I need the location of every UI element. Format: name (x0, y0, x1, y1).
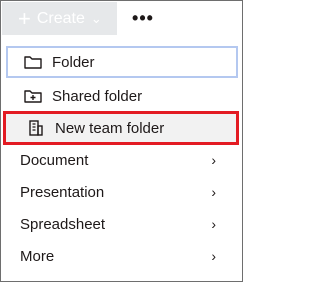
menu-item-folder[interactable]: Folder (6, 46, 238, 78)
create-button-label: Create (36, 9, 85, 27)
menu-item-label: Folder (52, 53, 95, 71)
menu-item-label: Presentation (20, 183, 105, 201)
shared-folder-icon (24, 87, 42, 105)
menu-item-document[interactable]: Document › (2, 144, 242, 176)
plus-icon: + (18, 5, 31, 31)
chevron-right-icon: › (211, 152, 216, 168)
menu-item-presentation[interactable]: Presentation › (2, 176, 242, 208)
menu-item-new-team-folder[interactable]: New team folder (3, 111, 239, 145)
menu-item-shared-folder[interactable]: Shared folder (2, 80, 242, 112)
menu-item-label: Spreadsheet (20, 215, 106, 233)
menu-item-label: More (20, 247, 55, 265)
chevron-right-icon: › (211, 184, 216, 200)
menu-item-label: Shared folder (52, 87, 143, 105)
more-options-button[interactable]: ••• (128, 8, 158, 28)
chevron-right-icon: › (211, 248, 216, 264)
menu-item-label: Document (20, 151, 89, 169)
menu-item-label: New team folder (55, 119, 165, 137)
create-dropdown-window: + Create ⌄ ••• Folder Shared folder New … (0, 0, 243, 282)
create-button[interactable]: + Create ⌄ (2, 2, 117, 35)
menu-item-more[interactable]: More › (2, 240, 242, 272)
chevron-down-icon: ⌄ (90, 10, 102, 26)
team-folder-icon (27, 119, 45, 137)
folder-icon (24, 53, 42, 71)
chevron-right-icon: › (211, 216, 216, 232)
menu-item-spreadsheet[interactable]: Spreadsheet › (2, 208, 242, 240)
